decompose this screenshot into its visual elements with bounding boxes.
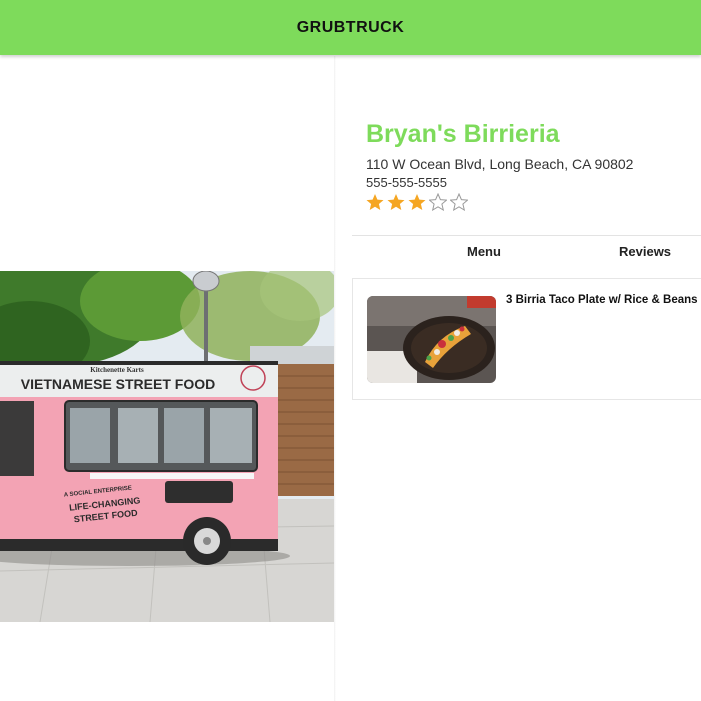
truck-sign-small: Kitchenette Karts (90, 366, 144, 374)
truck-phone: 555-555-5555 (366, 175, 447, 190)
tab-menu[interactable]: Menu (467, 244, 501, 259)
star-filled-icon (408, 194, 426, 210)
truck-sign-main: VIETNAMESE STREET FOOD (21, 376, 215, 392)
dish-name: 3 Birria Taco Plate w/ Rice & Beans (506, 294, 698, 306)
food-truck-photo: Kitchenette Karts VIETNAMESE STREET FOOD… (0, 271, 334, 622)
truck-name: Bryan's Birrieria (366, 120, 560, 148)
star-empty-icon (450, 193, 468, 211)
truck-address: 110 W Ocean Blvd, Long Beach, CA 90802 (366, 156, 634, 172)
panel-divider-shadow (334, 56, 336, 701)
dish-photo (367, 296, 496, 383)
tab-reviews[interactable]: Reviews (619, 244, 671, 259)
star-rating (366, 193, 468, 211)
menu-item-card[interactable]: 3 Birria Taco Plate w/ Rice & Beans (352, 278, 701, 400)
top-nav-bar: GRUBTRUCK (0, 0, 701, 55)
star-empty-icon (429, 193, 447, 211)
brand-logo-text[interactable]: GRUBTRUCK (297, 19, 405, 37)
star-filled-icon (387, 194, 405, 210)
star-filled-icon (366, 194, 384, 210)
section-divider (352, 235, 701, 236)
